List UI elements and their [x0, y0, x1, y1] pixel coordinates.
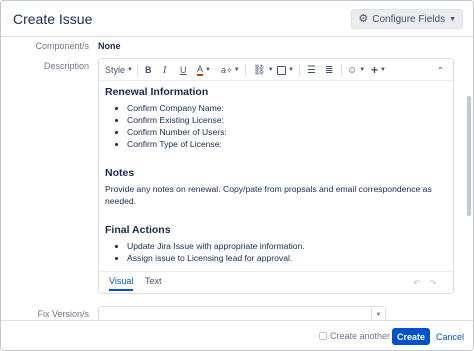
toolbar-divider [137, 64, 138, 76]
more-format-button[interactable]: a ✧ ▼ [221, 63, 240, 77]
link-icon: ⛓ [253, 64, 266, 76]
editor-content[interactable]: Renewal Information Confirm Company Name… [105, 85, 445, 271]
fix-version-select[interactable]: ▼ [98, 306, 386, 320]
list-item: Confirm Company Name: [127, 102, 445, 114]
attachment-icon [277, 65, 286, 75]
create-issue-dialog: Create Issue ⚙ Configure Fields ▼ Compon… [0, 0, 474, 351]
collapse-toolbar-button[interactable]: ⌃ [437, 63, 444, 77]
description-label: Description [43, 61, 89, 71]
dialog-footer: Create another Create Cancel [1, 320, 473, 350]
editor-toolbar: Style ▼ B I U A ▼ a ✧ ▼ ⛓ ▼ ▼ ☰ ≣ ☺ ▼ + … [99, 59, 453, 81]
scrollbar[interactable] [465, 38, 473, 320]
configure-fields-button[interactable]: ⚙ Configure Fields ▼ [351, 9, 463, 29]
tab-visual[interactable]: Visual [109, 276, 134, 291]
plus-icon: + [371, 63, 379, 77]
chevron-down-icon: ▼ [267, 67, 274, 73]
scrollbar-thumb[interactable] [467, 96, 471, 216]
list-item: Assign issue to Licensing lead for appro… [127, 252, 445, 264]
configure-fields-label: Configure Fields [372, 13, 446, 25]
dialog-body: Component/s None Description Style ▼ B I… [1, 38, 473, 320]
chevron-down-icon: ▼ [127, 67, 133, 73]
bold-button[interactable]: B [145, 63, 152, 77]
chevron-down-icon: ▼ [449, 15, 456, 23]
chevron-down-icon: ▼ [288, 67, 294, 73]
undo-icon[interactable]: ↶ [413, 278, 421, 289]
list-item: Confirm Type of License: [127, 138, 445, 150]
redo-icon[interactable]: ↷ [429, 278, 437, 289]
style-dropdown[interactable]: Style ▼ [105, 63, 133, 77]
chevron-down-icon: ▼ [205, 67, 211, 73]
list-item: Update Jira Issue with appropriate infor… [127, 240, 445, 252]
numbered-list-icon: ≣ [325, 64, 334, 76]
dialog-header: Create Issue ⚙ Configure Fields ▼ [1, 1, 473, 37]
list-item: Confirm Existing License: [127, 114, 445, 126]
create-button[interactable]: Create [392, 328, 430, 345]
toolbar-divider [299, 64, 300, 76]
create-another-label: Create another [330, 331, 391, 341]
chevron-down-icon: ▼ [359, 67, 366, 73]
italic-button[interactable]: I [163, 63, 166, 77]
notes-paragraph: Provide any notes on renewal. Copy/pate … [105, 184, 432, 206]
components-value[interactable]: None [98, 41, 121, 51]
toolbar-divider [245, 64, 246, 76]
underline-button[interactable]: U [180, 63, 187, 77]
heading-final-actions: Final Actions [105, 224, 171, 236]
dialog-title: Create Issue [13, 11, 93, 27]
attachment-button[interactable]: ▼ [277, 63, 294, 77]
link-button[interactable]: ⛓ ▼ [253, 63, 274, 77]
final-actions-list: Update Jira Issue with appropriate infor… [105, 240, 445, 264]
renewal-checklist: Confirm Company Name: Confirm Existing L… [105, 102, 445, 150]
create-another-checkbox[interactable] [319, 332, 327, 340]
list-item: Confirm Number of Users: [127, 126, 445, 138]
toolbar-divider [341, 64, 342, 76]
text-color-button[interactable]: A ▼ [197, 63, 211, 77]
emoji-button[interactable]: ☺ ▼ [347, 63, 365, 77]
insert-more-button[interactable]: + ▼ [371, 63, 386, 77]
sparkle-icon: ✧ [226, 65, 233, 75]
text-color-label: A [197, 63, 204, 76]
chevron-down-icon[interactable]: ▼ [371, 307, 385, 320]
style-label: Style [105, 65, 126, 75]
heading-renewal-information: Renewal Information [105, 86, 209, 98]
create-another-toggle[interactable]: Create another [319, 331, 390, 341]
description-editor[interactable]: Style ▼ B I U A ▼ a ✧ ▼ ⛓ ▼ ▼ ☰ ≣ ☺ ▼ + … [98, 58, 454, 294]
collapse-icon: ⌃ [437, 65, 444, 75]
numbered-list-button[interactable]: ≣ [325, 63, 333, 77]
cancel-button[interactable]: Cancel [436, 332, 464, 342]
bullet-list-icon: ☰ [307, 64, 316, 76]
heading-notes: Notes [105, 167, 135, 179]
emoji-icon: ☺ [347, 64, 358, 76]
gear-icon: ⚙ [358, 12, 369, 25]
chevron-down-icon: ▼ [380, 67, 386, 73]
chevron-down-icon: ▼ [233, 67, 240, 73]
editor-mode-tabs: Visual Text ↶ ↷ [99, 271, 453, 293]
bullet-list-button[interactable]: ☰ [307, 63, 316, 77]
fix-version-label: Fix Version/s [37, 309, 89, 319]
components-label: Component/s [35, 41, 89, 51]
tab-text[interactable]: Text [145, 276, 162, 289]
